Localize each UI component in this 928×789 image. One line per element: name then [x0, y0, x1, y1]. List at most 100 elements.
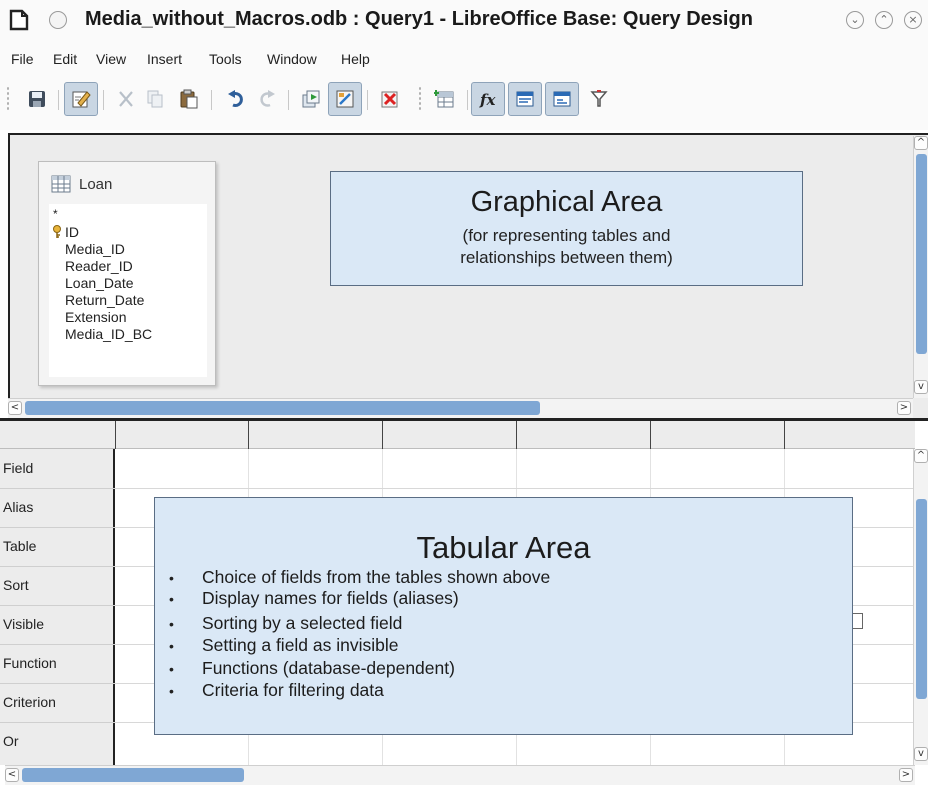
field-media-id[interactable]: Media_ID — [65, 241, 125, 258]
field-reader-id[interactable]: Reader_ID — [65, 258, 133, 275]
row-label-visible: Visible — [3, 616, 44, 632]
menu-insert[interactable]: Insert — [147, 51, 182, 67]
title-bar: Media_without_Macros.odb : Query1 - Libr… — [0, 0, 928, 40]
toolbar-separator — [58, 90, 59, 110]
scrollbar-thumb[interactable] — [25, 401, 540, 415]
scroll-right-button[interactable]: > — [899, 768, 913, 782]
field-return-date[interactable]: Return_Date — [65, 292, 144, 309]
scrollbar-thumb[interactable] — [22, 768, 244, 782]
tabular-vertical-scrollbar[interactable]: ^ v — [913, 449, 928, 765]
callout-bullet-item: Display names for fields (aliases) — [202, 588, 459, 608]
libreoffice-document-icon — [9, 9, 29, 31]
field-list[interactable]: * ID Media_ID Reader_ID Loan_Date Return… — [49, 204, 207, 377]
column-divider[interactable] — [516, 421, 517, 449]
undo-icon[interactable] — [219, 82, 253, 116]
row-gridline — [115, 488, 915, 489]
menu-tools[interactable]: Tools — [209, 51, 242, 67]
row-divider — [0, 644, 115, 645]
scroll-down-button[interactable]: v — [914, 380, 928, 394]
column-header-row — [0, 421, 915, 449]
field-loan-date[interactable]: Loan_Date — [65, 275, 134, 292]
callout-title: Tabular Area — [416, 530, 591, 565]
column-divider[interactable] — [650, 421, 651, 449]
svg-text:fx: fx — [479, 91, 496, 109]
run-query-icon[interactable] — [294, 82, 328, 116]
menu-view[interactable]: View — [96, 51, 126, 67]
toolbar-grip[interactable] — [418, 86, 422, 112]
column-divider[interactable] — [115, 421, 116, 449]
bullet-marker: • — [169, 661, 174, 677]
bullet-marker: • — [169, 683, 174, 699]
menu-window[interactable]: Window — [267, 51, 317, 67]
row-label-table: Table — [3, 538, 37, 554]
toggle-design-view-icon[interactable] — [328, 82, 362, 116]
callout-text: relationships between them) — [460, 248, 673, 267]
callout-bullet-item: Criteria for filtering data — [202, 680, 384, 700]
menu-edit[interactable]: Edit — [53, 51, 77, 67]
scroll-down-button[interactable]: v — [914, 747, 928, 761]
toolbar: fx — [0, 74, 928, 130]
menu-bar: File Edit View Insert Tools Window Help — [0, 40, 928, 74]
row-divider — [0, 566, 115, 567]
toolbar-separator — [367, 90, 368, 110]
menu-help[interactable]: Help — [341, 51, 370, 67]
row-divider — [0, 605, 115, 606]
row-label-alias: Alias — [3, 499, 34, 515]
copy-icon[interactable] — [138, 82, 172, 116]
graphical-vertical-scrollbar[interactable]: ^ v — [913, 136, 928, 398]
row-header-column — [0, 449, 115, 765]
graphical-horizontal-scrollbar[interactable]: < > — [8, 398, 913, 418]
scroll-up-button[interactable]: ^ — [914, 136, 928, 150]
paste-icon[interactable] — [172, 82, 206, 116]
scroll-left-button[interactable]: < — [5, 768, 19, 782]
column-divider[interactable] — [784, 421, 785, 449]
scrollbar-thumb[interactable] — [916, 154, 927, 354]
field-media-id-bc[interactable]: Media_ID_BC — [65, 326, 152, 343]
save-icon[interactable] — [20, 82, 54, 116]
row-divider — [0, 527, 115, 528]
toolbar-grip[interactable] — [6, 86, 10, 112]
callout-bullet-item: Setting a field as invisible — [202, 635, 399, 655]
close-button[interactable]: × — [904, 11, 922, 29]
edit-design-icon[interactable] — [64, 82, 98, 116]
bullet-marker: • — [169, 591, 174, 607]
maximize-button[interactable]: ⌃ — [875, 11, 893, 29]
scroll-right-button[interactable]: > — [897, 401, 911, 415]
add-table-icon[interactable] — [428, 82, 462, 116]
field-all[interactable]: * — [53, 206, 58, 223]
row-divider — [0, 683, 115, 684]
bullet-marker: • — [169, 570, 174, 586]
window-title: Media_without_Macros.odb : Query1 - Libr… — [85, 8, 753, 30]
scrollbar-thumb[interactable] — [916, 499, 927, 699]
tabular-horizontal-scrollbar[interactable]: < > — [5, 765, 915, 785]
table-title: Loan — [79, 176, 113, 193]
row-divider — [0, 488, 115, 489]
minimize-button[interactable]: ⌄ — [846, 11, 864, 29]
row-label-function: Function — [3, 655, 57, 671]
functions-icon[interactable]: fx — [471, 82, 505, 116]
window-menu-button[interactable] — [49, 11, 67, 29]
table-icon — [51, 175, 71, 193]
loan-table-window[interactable]: Loan * ID Media_ID Reader_ID Loan_Date R… — [38, 161, 216, 386]
field-extension[interactable]: Extension — [65, 309, 126, 326]
callout-title: Graphical Area — [470, 186, 663, 218]
toolbar-separator — [288, 90, 289, 110]
scroll-left-button[interactable]: < — [8, 401, 22, 415]
scroll-up-button[interactable]: ^ — [914, 449, 928, 463]
alias-icon[interactable] — [545, 82, 579, 116]
tabular-area-callout: Tabular Area • Choice of fields from the… — [154, 497, 853, 735]
graphical-area-callout: Graphical Area (for representing tables … — [330, 171, 803, 286]
table-name-icon[interactable] — [508, 82, 542, 116]
column-divider[interactable] — [248, 421, 249, 449]
row-label-sort: Sort — [3, 577, 29, 593]
column-divider[interactable] — [382, 421, 383, 449]
toolbar-separator — [211, 90, 212, 110]
callout-bullet-item: Choice of fields from the tables shown a… — [202, 567, 551, 587]
field-id[interactable]: ID — [65, 224, 79, 241]
redo-icon[interactable] — [250, 82, 284, 116]
distinct-values-icon[interactable] — [582, 82, 616, 116]
clear-query-icon[interactable] — [373, 82, 407, 116]
row-divider — [0, 722, 115, 723]
visible-checkbox[interactable] — [853, 613, 863, 629]
menu-file[interactable]: File — [11, 51, 34, 67]
